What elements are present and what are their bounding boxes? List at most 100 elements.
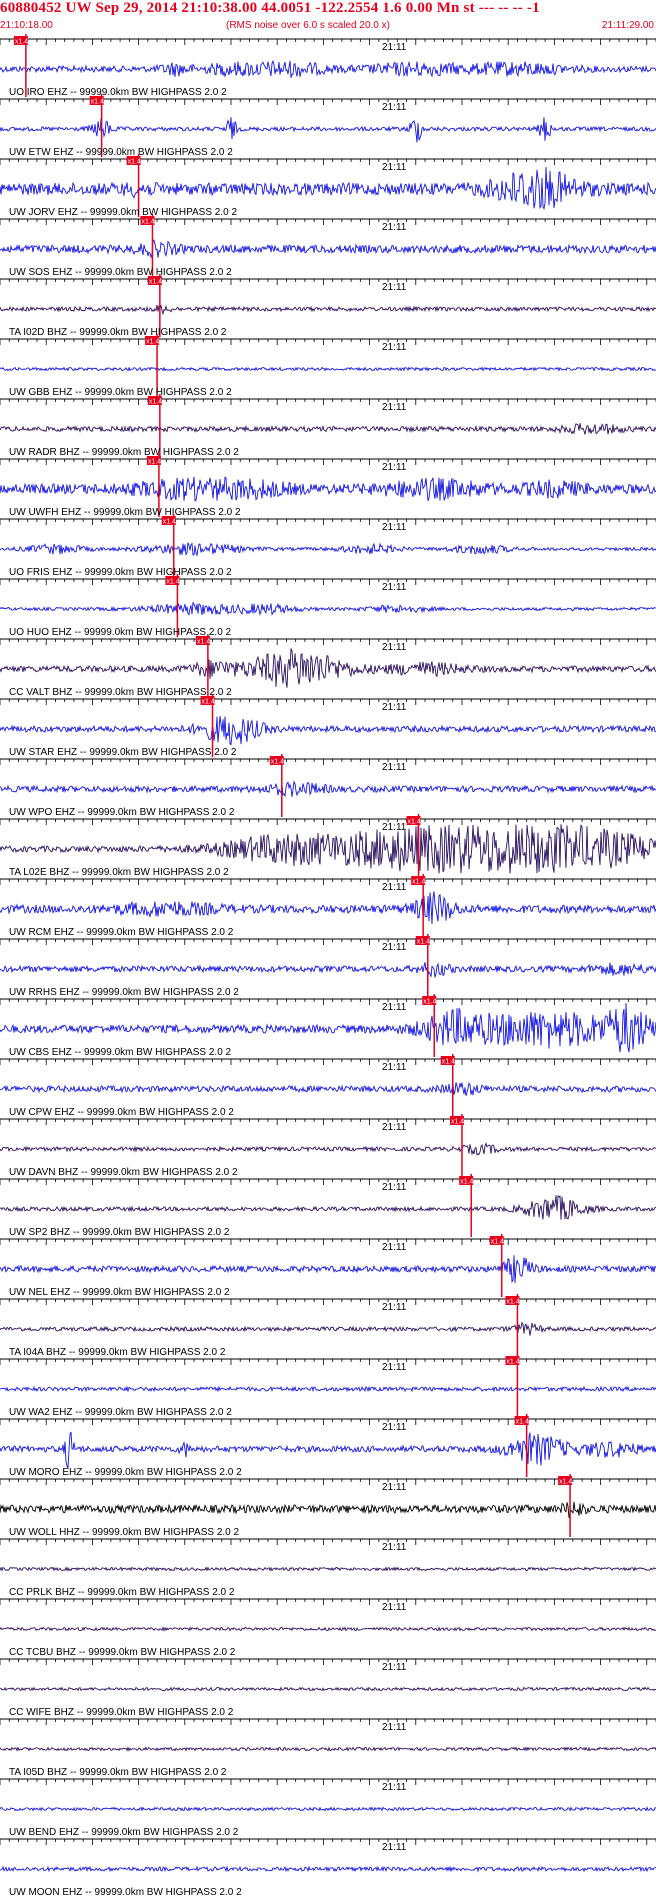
trace-row: 21:11 CC WIFE BHZ -- 99999.0km BW HIGHPAS… xyxy=(0,1658,656,1718)
waveform xyxy=(0,476,656,502)
pick-label: x1.4 xyxy=(559,1479,572,1486)
waveform xyxy=(0,1806,656,1812)
waveform xyxy=(0,167,656,210)
waveform xyxy=(0,117,656,143)
minute-label: 21:11 xyxy=(382,942,407,953)
trace-row: 21:11 x1.4 UW RCM EHZ -- 99999.0km BW HIGH… xyxy=(0,874,656,938)
pick-label: x1.4 xyxy=(91,99,104,106)
station-label: UW MOON EHZ -- 99999.0km BW HIGHPASS 2.0… xyxy=(9,1887,242,1898)
pick-label: x1.4 xyxy=(148,459,161,466)
minute-label: 21:11 xyxy=(382,582,407,593)
waveform xyxy=(0,1566,656,1572)
pick-label: x1.4 xyxy=(442,1059,455,1066)
minute-label: 21:11 xyxy=(382,1722,407,1733)
trace-row: 21:11 x1.4 UW DAVN BHZ -- 99999.0km BW HIG… xyxy=(0,1114,656,1178)
minute-label: 21:11 xyxy=(382,1782,407,1793)
trace-row: 21:11 x1.4 UW CPW EHZ -- 99999.0km BW HIGH… xyxy=(0,1054,656,1118)
trace-row: 21:11 x1.4 UW UWFH EHZ -- 99999.0km BW HIG… xyxy=(0,454,656,518)
minute-label: 21:11 xyxy=(382,342,407,353)
pick-label: x1.4 xyxy=(141,219,154,226)
pick-label: x1.4 xyxy=(491,1239,504,1246)
waveform xyxy=(0,1321,656,1336)
minute-label: 21:11 xyxy=(382,642,407,653)
minute-label: 21:11 xyxy=(382,1182,407,1193)
pick-label: x1.4 xyxy=(271,759,284,766)
pick-label: x1.4 xyxy=(417,939,430,946)
minute-label: 21:11 xyxy=(382,1482,407,1493)
station-label: UW ETW EHZ -- 99999.0km BW HIGHPASS 2.0 … xyxy=(9,147,233,158)
event-title: 60880452 UW Sep 29, 2014 21:10:38.00 44.… xyxy=(0,0,540,16)
pick-label: x1.4 xyxy=(460,1179,473,1186)
trace-row: 21:11 x1.4 UW GBB EHZ -- 99999.0km BW HIGH… xyxy=(0,334,656,398)
trace-row: 21:11 x1.4 UW CBS EHZ -- 99999.0km BW HIGH… xyxy=(0,994,656,1058)
trace-row: 21:11 x1.4 UW NEL EHZ -- 99999.0km BW HIGH… xyxy=(0,1234,656,1298)
waveform xyxy=(0,601,656,616)
station-label: UW BEND EHZ -- 99999.0km BW HIGHPASS 2.0… xyxy=(9,1827,239,1838)
station-label: UW WOLL HHZ -- 99999.0km BW HIGHPASS 2.0… xyxy=(9,1527,239,1538)
minute-label: 21:11 xyxy=(382,1122,407,1133)
waveform xyxy=(0,1142,656,1156)
station-label: UW SP2 BHZ -- 99999.0km BW HIGHPASS 2.0 … xyxy=(9,1227,230,1238)
minute-label: 21:11 xyxy=(382,822,407,833)
station-label: UW DAVN BHZ -- 99999.0km BW HIGHPASS 2.0… xyxy=(9,1167,238,1178)
station-label: UW RADR BHZ -- 99999.0km BW HIGHPASS 2.0… xyxy=(9,447,239,458)
trace-row: 21:11 UW MOON EHZ -- 99999.0km BW HIGHPAS… xyxy=(0,1838,656,1898)
waveform xyxy=(0,1385,656,1393)
pick-label: x1.4 xyxy=(128,159,141,166)
waveform xyxy=(0,1746,656,1752)
station-label: UW WPO EHZ -- 99999.0km BW HIGHPASS 2.0 … xyxy=(9,807,235,818)
waveform xyxy=(0,59,656,78)
waveform xyxy=(0,1686,656,1692)
pick-label: x1.4 xyxy=(516,1419,529,1426)
minute-label: 21:11 xyxy=(382,1662,407,1673)
minute-label: 21:11 xyxy=(382,1542,407,1553)
waveform xyxy=(0,1626,656,1632)
trace-row: 21:11 CC TCBU BHZ -- 99999.0km BW HIGHPAS… xyxy=(0,1598,656,1658)
trace-row: 21:11 x1.4 UO IRO EHZ -- 99999.0km BW HIGH… xyxy=(0,34,656,98)
minute-label: 21:11 xyxy=(382,1242,407,1253)
trace-row: 21:11 x1.4 UW WA2 EHZ -- 99999.0km BW HIGH… xyxy=(0,1354,656,1418)
waveform xyxy=(0,824,656,874)
station-label: CC WIFE BHZ -- 99999.0km BW HIGHPASS 2.0… xyxy=(9,1707,234,1718)
station-label: TA I05D BHZ -- 99999.0km BW HIGHPASS 2.0… xyxy=(9,1767,227,1778)
station-label: UW RCM EHZ -- 99999.0km BW HIGHPASS 2.0 … xyxy=(9,927,234,938)
minute-label: 21:11 xyxy=(382,702,407,713)
pick-label: x1.4 xyxy=(197,639,210,646)
station-label: UW NEL EHZ -- 99999.0km BW HIGHPASS 2.0 … xyxy=(9,1287,230,1298)
minute-label: 21:11 xyxy=(382,102,407,113)
trace-row: 21:11 x1.4 UO FRIS EHZ -- 99999.0km BW HIG… xyxy=(0,514,656,578)
station-label: UW JORV EHZ -- 99999.0km BW HIGHPASS 2.0… xyxy=(9,207,237,218)
station-label: TA L02E BHZ -- 99999.0km BW HIGHPASS 2.0… xyxy=(9,867,229,878)
pick-label: x1.4 xyxy=(423,999,436,1006)
waveform xyxy=(0,542,656,557)
trace-row: 21:11 UW BEND EHZ -- 99999.0km BW HIGHPAS… xyxy=(0,1778,656,1838)
waveform xyxy=(0,1082,656,1096)
station-label: UW RRHS EHZ -- 99999.0km BW HIGHPASS 2.0… xyxy=(9,987,239,998)
waveform xyxy=(0,1255,656,1283)
waveform xyxy=(0,304,656,316)
station-label: UW CPW EHZ -- 99999.0km BW HIGHPASS 2.0 … xyxy=(9,1107,234,1118)
minute-label: 21:11 xyxy=(382,402,407,413)
minute-label: 21:11 xyxy=(382,282,407,293)
end-time-label: 21:11:29.00 xyxy=(601,20,654,31)
trace-row: 21:11 x1.4 UW WPO EHZ -- 99999.0km BW HIGH… xyxy=(0,754,656,818)
pick-label: x1.4 xyxy=(408,819,421,826)
minute-label: 21:11 xyxy=(382,42,407,53)
pick-label: x1.4 xyxy=(149,279,162,286)
waveform xyxy=(0,780,656,798)
station-label: UW MORO EHZ -- 99999.0km BW HIGHPASS 2.0… xyxy=(9,1467,242,1478)
station-label: UW UWFH EHZ -- 99999.0km BW HIGHPASS 2.0… xyxy=(9,507,241,518)
station-label: UW GBB EHZ -- 99999.0km BW HIGHPASS 2.0 … xyxy=(9,387,232,398)
trace-row: 21:11 x1.4 UW ETW EHZ -- 99999.0km BW HIGH… xyxy=(0,94,656,158)
trace-row: 21:11x1.4UO HUO EHZ -- 99999.0km BW HIGH… xyxy=(0,574,656,638)
rms-note: (RMS noise over 6.0 s scaled 20.0 x) xyxy=(226,20,390,31)
minute-label: 21:11 xyxy=(382,222,407,233)
waveform xyxy=(0,239,656,259)
pick-label: x1.4 xyxy=(15,39,28,46)
trace-row: 21:11 x1.4 UW STAR EHZ -- 99999.0km BW HIG… xyxy=(0,694,656,758)
minute-label: 21:11 xyxy=(382,762,407,773)
pick-label: x1.4 xyxy=(451,1119,464,1126)
trace-row: 21:11 TA I05D BHZ -- 99999.0km BW HIGHPAS… xyxy=(0,1718,656,1778)
station-label: UO IRO EHZ -- 99999.0km BW HIGHPASS 2.0 … xyxy=(9,87,227,98)
minute-label: 21:11 xyxy=(382,1302,407,1313)
